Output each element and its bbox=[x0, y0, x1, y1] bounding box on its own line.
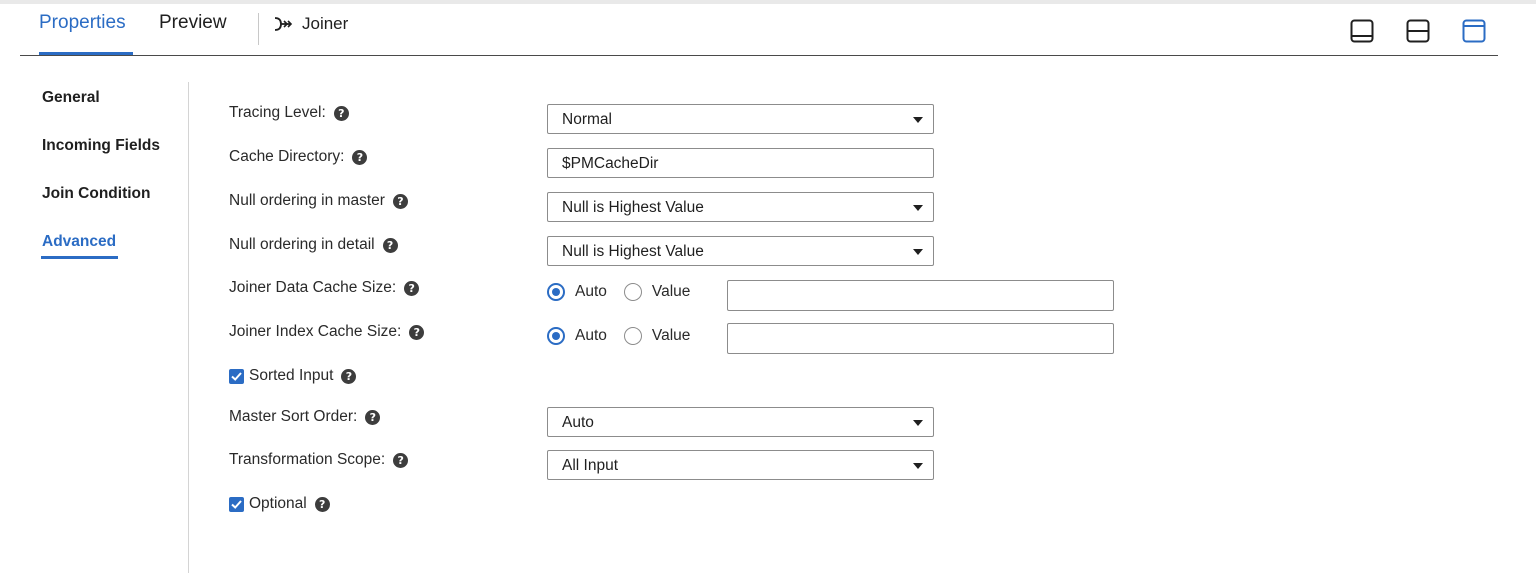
index-cache-size-label-text: Joiner Index Cache Size: bbox=[229, 323, 402, 340]
caret-down-icon bbox=[913, 463, 923, 469]
optional-row: Optional ? bbox=[229, 495, 330, 513]
help-icon[interactable]: ? bbox=[314, 496, 330, 512]
help-icon[interactable]: ? bbox=[352, 149, 368, 165]
data-cache-size-radios: Auto Value bbox=[547, 283, 707, 301]
header-border bbox=[20, 55, 1498, 56]
help-icon[interactable]: ? bbox=[404, 280, 420, 296]
data-cache-auto-radio[interactable] bbox=[547, 283, 565, 301]
data-cache-value-radio[interactable] bbox=[623, 283, 642, 301]
help-icon[interactable]: ? bbox=[409, 324, 425, 340]
help-icon[interactable]: ? bbox=[393, 452, 409, 468]
active-sidebar-indicator bbox=[41, 256, 118, 259]
null-ordering-detail-label: Null ordering in detail ? bbox=[229, 236, 398, 254]
master-sort-order-select[interactable]: Auto bbox=[547, 407, 934, 437]
optional-label[interactable]: Optional bbox=[249, 495, 307, 513]
sorted-input-checkbox[interactable] bbox=[229, 368, 244, 384]
panel-bottom-icon[interactable] bbox=[1350, 19, 1374, 43]
tab-properties[interactable]: Properties bbox=[39, 12, 126, 34]
data-cache-value-input[interactable] bbox=[727, 280, 1114, 311]
transformation-scope-label-text: Transformation Scope: bbox=[229, 451, 386, 468]
transformation-title: Joiner bbox=[273, 14, 348, 34]
master-sort-order-label-text: Master Sort Order: bbox=[229, 408, 358, 425]
sidebar-item-advanced[interactable]: Advanced bbox=[42, 233, 116, 251]
data-cache-value-label[interactable]: Value bbox=[652, 283, 691, 301]
caret-down-icon bbox=[913, 249, 923, 255]
null-ordering-master-label-text: Null ordering in master bbox=[229, 192, 385, 209]
null-ordering-master-label: Null ordering in master ? bbox=[229, 192, 408, 210]
transformation-scope-select[interactable]: All Input bbox=[547, 450, 934, 480]
transformation-scope-label: Transformation Scope: ? bbox=[229, 451, 409, 469]
master-sort-order-label: Master Sort Order: ? bbox=[229, 408, 381, 426]
sorted-input-row: Sorted Input ? bbox=[229, 367, 357, 385]
sidebar-item-general[interactable]: General bbox=[42, 89, 100, 107]
sidebar-item-incoming-fields[interactable]: Incoming Fields bbox=[42, 137, 160, 155]
panel-top-icon[interactable] bbox=[1462, 19, 1486, 43]
data-cache-size-label: Joiner Data Cache Size: ? bbox=[229, 279, 420, 297]
sidebar-item-join-condition[interactable]: Join Condition bbox=[42, 185, 150, 203]
index-cache-size-radios: Auto Value bbox=[547, 327, 707, 345]
sorted-input-label[interactable]: Sorted Input bbox=[249, 367, 333, 385]
cache-directory-input[interactable]: $PMCacheDir bbox=[547, 148, 934, 178]
panel-split-icon[interactable] bbox=[1406, 19, 1430, 43]
caret-down-icon bbox=[913, 117, 923, 123]
check-icon bbox=[231, 371, 242, 381]
data-cache-size-label-text: Joiner Data Cache Size: bbox=[229, 279, 397, 296]
index-cache-size-label: Joiner Index Cache Size: ? bbox=[229, 323, 425, 341]
tracing-level-label: Tracing Level: ? bbox=[229, 104, 349, 122]
tracing-level-value: Normal bbox=[562, 111, 612, 128]
cache-directory-label-text: Cache Directory: bbox=[229, 148, 345, 165]
help-icon[interactable]: ? bbox=[333, 105, 349, 121]
tracing-level-select[interactable]: Normal bbox=[547, 104, 934, 134]
index-cache-auto-radio[interactable] bbox=[547, 327, 565, 345]
tab-preview[interactable]: Preview bbox=[159, 12, 227, 34]
caret-down-icon bbox=[913, 205, 923, 211]
index-cache-value-radio[interactable] bbox=[623, 327, 642, 345]
sidebar-divider bbox=[188, 82, 189, 573]
null-ordering-detail-value: Null is Highest Value bbox=[562, 243, 704, 260]
transformation-scope-value: All Input bbox=[562, 457, 619, 474]
index-cache-value-label[interactable]: Value bbox=[652, 327, 691, 345]
help-icon[interactable]: ? bbox=[341, 368, 357, 384]
panel-header: Properties Preview Joiner bbox=[0, 4, 1536, 56]
joiner-icon bbox=[273, 15, 293, 33]
optional-checkbox[interactable] bbox=[229, 496, 244, 512]
cache-directory-label: Cache Directory: ? bbox=[229, 148, 368, 166]
null-ordering-master-select[interactable]: Null is Highest Value bbox=[547, 192, 934, 222]
sidebar: General Incoming Fields Join Condition A… bbox=[0, 82, 189, 573]
index-cache-value-input[interactable] bbox=[727, 323, 1114, 354]
index-cache-auto-label[interactable]: Auto bbox=[575, 327, 607, 345]
help-icon[interactable]: ? bbox=[365, 409, 381, 425]
null-ordering-detail-label-text: Null ordering in detail bbox=[229, 236, 375, 253]
null-ordering-detail-select[interactable]: Null is Highest Value bbox=[547, 236, 934, 266]
help-icon[interactable]: ? bbox=[382, 237, 398, 253]
data-cache-auto-label[interactable]: Auto bbox=[575, 283, 607, 301]
master-sort-order-value: Auto bbox=[562, 414, 594, 431]
check-icon bbox=[231, 499, 242, 509]
tracing-level-label-text: Tracing Level: bbox=[229, 104, 326, 121]
help-icon[interactable]: ? bbox=[392, 193, 408, 209]
header-divider bbox=[258, 13, 259, 45]
null-ordering-master-value: Null is Highest Value bbox=[562, 199, 704, 216]
cache-directory-value: $PMCacheDir bbox=[562, 155, 659, 172]
transformation-title-label: Joiner bbox=[302, 14, 349, 33]
caret-down-icon bbox=[913, 420, 923, 426]
